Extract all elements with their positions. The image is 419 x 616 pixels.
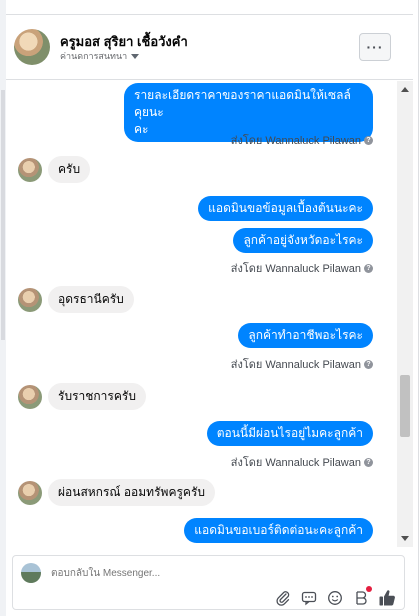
sent-by-text: ส่งโดย Wannaluck Pilawan xyxy=(230,457,361,469)
help-icon[interactable]: ? xyxy=(364,135,373,145)
notification-dot xyxy=(366,586,372,592)
sent-by-text: ส่งโดย Wannaluck Pilawan xyxy=(230,135,361,147)
sent-by-label: ส่งโดย Wannaluck Pilawan ? xyxy=(231,259,373,277)
scrollbar-thumb[interactable] xyxy=(400,375,410,437)
contact-small-avatar xyxy=(18,288,42,312)
sent-by-label: ส่งโดย Wannaluck Pilawan ? xyxy=(231,453,373,471)
like-icon[interactable] xyxy=(378,590,396,606)
message-text-line: แอดมินขอเบอร์ติดต่อนะคะลูกค้า xyxy=(194,523,363,537)
message-text-line: ลูกค้าอยู่จังหวัดอะไรคะ xyxy=(243,233,363,247)
message-thread: รายละเอียดราคาของราคาแอดมินให้เซลล์คุยนะ… xyxy=(6,81,397,547)
conversation-header: ครูมอส สุริยา เชื้อวังคำ ค่านดการสนทนา ·… xyxy=(6,14,413,80)
sent-by-text: ส่งโดย Wannaluck Pilawan xyxy=(230,359,361,371)
outgoing-message: แอดมินขอเบอร์ติดต่อนะคะลูกค้า xyxy=(184,518,373,543)
scroll-up-arrow-icon[interactable] xyxy=(401,87,409,92)
incoming-message: อุดรธานีครับ xyxy=(48,286,134,313)
outgoing-message: ตอนนี้มีผ่อนไรอยู่ไมคะลูกค้า xyxy=(206,421,373,446)
scroll-down-arrow-icon[interactable] xyxy=(401,536,409,541)
more-options-button[interactable]: ··· xyxy=(359,33,391,61)
gif-icon[interactable] xyxy=(300,590,318,606)
outgoing-message: แอดมินขอข้อมูลเบื้องต้นนะคะ xyxy=(198,196,373,221)
sent-by-label: ส่งโดย Wannaluck Pilawan ? xyxy=(231,355,373,373)
help-icon[interactable]: ? xyxy=(364,457,373,467)
message-text-line: รายละเอียดราคาของราคาแอดมินให้เซลล์คุยนะ xyxy=(134,88,351,119)
chevron-down-icon xyxy=(131,53,140,59)
contact-small-avatar xyxy=(18,158,42,182)
help-icon[interactable]: ? xyxy=(364,359,373,369)
contact-small-avatar xyxy=(18,481,42,505)
conversation-status-label: ค่านดการสนทนา xyxy=(60,51,128,61)
composer-toolbar xyxy=(274,586,396,606)
sent-by-text: ส่งโดย Wannaluck Pilawan xyxy=(230,263,361,275)
conversation-assign-dropdown[interactable]: ค่านดการสนทนา xyxy=(60,49,140,63)
reply-composer xyxy=(12,555,405,610)
emoji-icon[interactable] xyxy=(326,590,344,606)
sent-by-label: ส่งโดย Wannaluck Pilawan ? xyxy=(231,131,373,149)
contact-small-avatar xyxy=(18,385,42,409)
message-text-line: ตอนนี้มีผ่อนไรอยู่ไมคะลูกค้า xyxy=(216,426,363,440)
gutter-scroll-track xyxy=(1,90,5,340)
outgoing-message: ลูกค้าทำอาชีพอะไรคะ xyxy=(238,323,373,348)
attachment-icon[interactable] xyxy=(274,590,292,606)
reply-input[interactable] xyxy=(51,564,351,582)
message-text-line: แอดมินขอข้อมูลเบื้องต้นนะคะ xyxy=(208,201,363,215)
contact-avatar[interactable] xyxy=(14,29,50,65)
incoming-message: รับราชการครับ xyxy=(48,383,146,410)
page-avatar xyxy=(21,563,41,583)
message-text-line: ลูกค้าทำอาชีพอะไรคะ xyxy=(248,328,363,342)
incoming-message: ครับ xyxy=(48,156,91,183)
incoming-message: ผ่อนสหกรณ์ ออมทรัพครูครับ xyxy=(48,479,216,506)
outgoing-message: ลูกค้าอยู่จังหวัดอะไรคะ xyxy=(233,228,373,253)
sticker-icon[interactable] xyxy=(352,586,372,606)
thread-scrollbar[interactable] xyxy=(397,81,413,547)
help-icon[interactable]: ? xyxy=(364,263,373,273)
